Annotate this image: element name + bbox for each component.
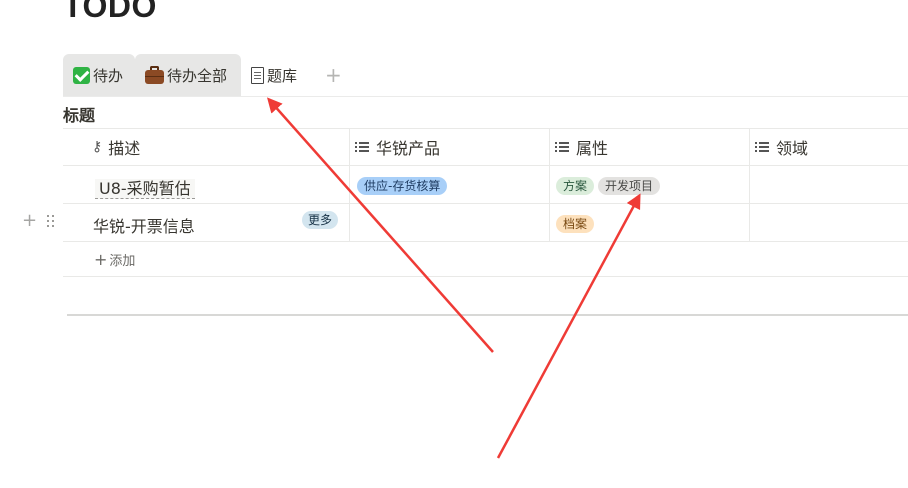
annotation-arrow bbox=[496, 193, 641, 459]
annotation-arrow bbox=[267, 97, 494, 353]
annotation-arrows bbox=[267, 97, 641, 459]
